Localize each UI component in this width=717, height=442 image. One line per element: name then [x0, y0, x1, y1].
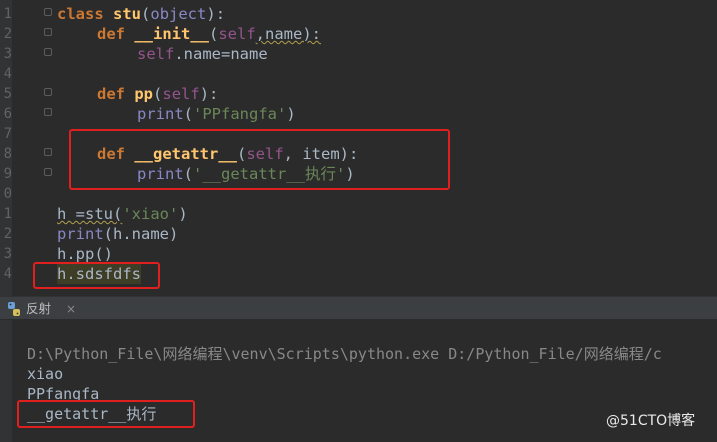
code-line-11[interactable]: 1 h =stu('xiao') — [0, 204, 717, 224]
code-line-13[interactable]: 3 h.pp() — [0, 244, 717, 264]
watermark: @51CTO博客 — [606, 410, 695, 430]
line-number: 1 — [3, 6, 12, 22]
highlight-box-output — [17, 400, 195, 428]
console-command-line: D:\Python_File\网络编程\venv\Scripts\python.… — [27, 345, 662, 363]
highlight-box-getattr — [69, 129, 450, 190]
line-number: 4 — [3, 266, 12, 282]
line-number: 4 — [3, 66, 12, 82]
code-line-4[interactable]: 4 — [0, 64, 717, 84]
line-number: 2 — [3, 226, 12, 242]
console-gutter — [0, 320, 12, 442]
code-line-5[interactable]: 5 def pp(self): — [0, 84, 717, 104]
code-line-12[interactable]: 2 print(h.name) — [0, 224, 717, 244]
line-number: 3 — [3, 246, 12, 262]
code-line-2[interactable]: 2 def __init__(self,name): — [0, 24, 717, 44]
close-icon[interactable]: × — [66, 298, 76, 320]
line-number: 5 — [3, 86, 12, 102]
line-number: 2 — [3, 26, 12, 42]
line-number: 3 — [3, 46, 12, 62]
highlight-box-sdsfdfs — [33, 262, 160, 289]
console-output-line: xiao — [27, 365, 64, 383]
code-line-6[interactable]: 6 print('PPfangfa') — [0, 104, 717, 124]
code-editor[interactable]: 1 class stu(object): 2 def __init__(self… — [0, 0, 717, 296]
watermark-text: @51CTO博客 — [606, 413, 696, 429]
code-line-1[interactable]: 1 class stu(object): — [0, 4, 717, 24]
line-number: 8 — [3, 146, 12, 162]
run-tab-title[interactable]: 反射 — [26, 298, 51, 320]
code-line-3[interactable]: 3 self.name=name — [0, 44, 717, 64]
line-number: 9 — [3, 166, 12, 182]
line-number: 7 — [3, 126, 12, 142]
line-number: 1 — [3, 206, 12, 222]
line-number: 0 — [3, 186, 12, 202]
python-run-icon — [6, 301, 22, 317]
run-tool-window-header[interactable]: 反射 × — [0, 296, 717, 320]
line-number: 6 — [3, 106, 12, 122]
